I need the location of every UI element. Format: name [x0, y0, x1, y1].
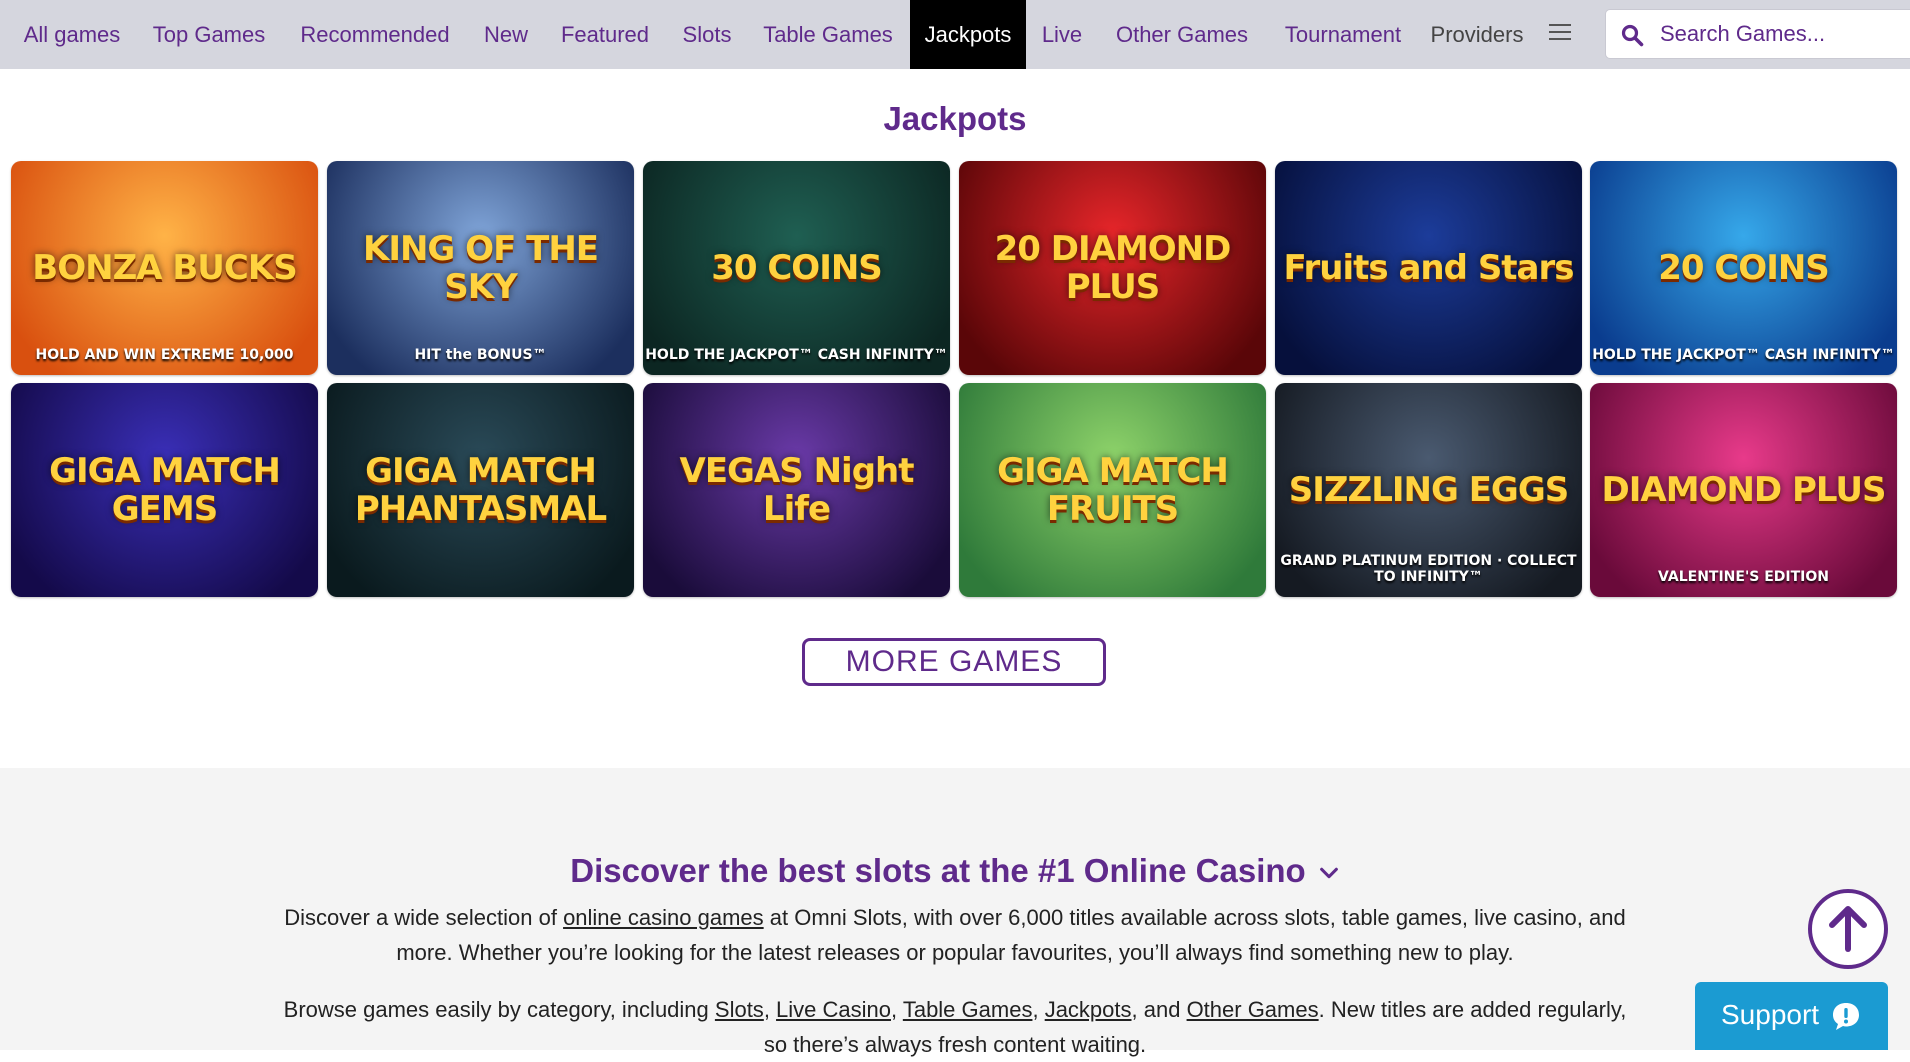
seo-paragraph-1: Discover a wide selection of online casi… — [260, 900, 1650, 970]
game-subtitle: VALENTINE'S EDITION — [1658, 569, 1829, 585]
link-other-games[interactable]: Other Games — [1187, 997, 1319, 1022]
link-slots[interactable]: Slots — [715, 997, 764, 1022]
nav-item-jackpots[interactable]: Jackpots — [910, 0, 1026, 69]
nav-item-providers[interactable]: Providers — [1424, 0, 1530, 69]
link-online-casino-games[interactable]: online casino games — [563, 905, 764, 930]
seo-text: Discover a wide selection of — [284, 905, 564, 930]
nav-item-tournament[interactable]: Tournament — [1274, 0, 1412, 69]
nav-item-all-games[interactable]: All games — [10, 0, 134, 69]
game-title: GIGA MATCH PHANTASMAL — [354, 451, 607, 529]
game-title: DIAMOND PLUS — [1601, 470, 1887, 510]
game-subtitle: HOLD THE JACKPOT™ CASH INFINITY™ — [645, 347, 948, 363]
more-games-button[interactable]: MORE GAMES — [802, 638, 1106, 686]
game-tile[interactable]: Fruits and Stars — [1275, 161, 1582, 375]
seo-heading-toggle[interactable]: Discover the best slots at the #1 Online… — [0, 852, 1910, 890]
arrow-up-circle-icon — [1829, 906, 1867, 952]
search-box[interactable] — [1605, 9, 1910, 59]
nav-item-slots[interactable]: Slots — [672, 0, 742, 69]
game-tile[interactable]: KING OF THE SKY HIT the BONUS™ — [327, 161, 634, 375]
link-jackpots[interactable]: Jackpots — [1045, 997, 1132, 1022]
game-title: 20 COINS — [1658, 248, 1830, 288]
nav-item-table-games[interactable]: Table Games — [750, 0, 906, 69]
nav-item-live[interactable]: Live — [1034, 0, 1090, 69]
seo-text: . New titles are added regularly, — [1318, 997, 1627, 1022]
support-label: Support — [1721, 999, 1820, 1030]
seo-content-section: Discover the best slots at the #1 Online… — [0, 768, 1910, 1057]
chat-bubble-exclamation-icon — [1833, 1003, 1859, 1030]
game-title: SIZZLING EGGS — [1288, 470, 1570, 510]
section-title-jackpots: Jackpots — [883, 100, 1027, 137]
game-title: 20 DIAMOND PLUS — [994, 229, 1232, 307]
game-title: GIGA MATCH FRUITS — [997, 451, 1229, 529]
search-input[interactable] — [1660, 10, 1900, 58]
game-subtitle: HOLD THE JACKPOT™ CASH INFINITY™ — [1592, 347, 1895, 363]
game-title: BONZA BUCKS — [32, 248, 297, 288]
seo-text: , — [1032, 997, 1045, 1022]
game-tile[interactable]: GIGA MATCH GEMS — [11, 383, 318, 597]
game-subtitle: HIT the BONUS™ — [414, 347, 547, 363]
game-subtitle: HOLD AND WIN EXTREME 10,000 — [35, 347, 294, 363]
nav-item-recommended[interactable]: Recommended — [284, 0, 466, 69]
seo-text: Browse games easily by category, includi… — [283, 997, 715, 1022]
game-tile[interactable]: 20 DIAMOND PLUS — [959, 161, 1266, 375]
top-navigation: All games Top Games Recommended New Feat… — [0, 0, 1910, 69]
game-title: GIGA MATCH GEMS — [49, 451, 281, 529]
seo-text: more. Whether you’re looking for the lat… — [396, 940, 1514, 965]
seo-text: so there’s always fresh content waiting. — [763, 1032, 1147, 1057]
game-tile[interactable]: 20 COINS HOLD THE JACKPOT™ CASH INFINITY™ — [1590, 161, 1897, 375]
nav-item-other-games[interactable]: Other Games — [1106, 0, 1258, 69]
seo-text: , and — [1131, 997, 1187, 1022]
seo-text: , — [763, 997, 777, 1022]
link-table-games[interactable]: Table Games — [903, 997, 1033, 1022]
game-title: KING OF THE SKY — [362, 229, 599, 307]
seo-text: at Omni Slots, with over 6,000 titles av… — [763, 905, 1626, 930]
game-tile[interactable]: 30 COINS HOLD THE JACKPOT™ CASH INFINITY™ — [643, 161, 950, 375]
seo-text: , — [891, 997, 903, 1022]
seo-paragraph-2: Browse games easily by category, includi… — [260, 992, 1650, 1062]
nav-item-featured[interactable]: Featured — [546, 0, 664, 69]
game-tile[interactable]: DIAMOND PLUS VALENTINE'S EDITION — [1590, 383, 1897, 597]
search-icon[interactable] — [1620, 23, 1644, 47]
game-tile[interactable]: GIGA MATCH PHANTASMAL — [327, 383, 634, 597]
game-tile[interactable]: VEGAS Night Life — [643, 383, 950, 597]
game-subtitle: GRAND PLATINUM EDITION · COLLECT TO INFI… — [1280, 553, 1577, 585]
game-tile[interactable]: BONZA BUCKS HOLD AND WIN EXTREME 10,000 — [11, 161, 318, 375]
hamburger-menu-icon[interactable] — [1549, 24, 1571, 42]
game-title: 30 COINS — [711, 248, 883, 288]
game-tile[interactable]: GIGA MATCH FRUITS — [959, 383, 1266, 597]
scroll-to-top-button[interactable] — [1808, 889, 1888, 969]
chevron-down-icon — [1319, 868, 1338, 879]
support-button[interactable]: Support — [1695, 982, 1888, 1050]
game-title: VEGAS Night Life — [679, 451, 915, 529]
nav-item-new[interactable]: New — [474, 0, 538, 69]
nav-item-top-games[interactable]: Top Games — [142, 0, 276, 69]
link-live-casino[interactable]: Live Casino — [776, 997, 891, 1022]
seo-heading: Discover the best slots at the #1 Online… — [570, 852, 1306, 889]
game-tile[interactable]: SIZZLING EGGS GRAND PLATINUM EDITION · CO… — [1275, 383, 1582, 597]
game-title: Fruits and Stars — [1283, 248, 1574, 288]
